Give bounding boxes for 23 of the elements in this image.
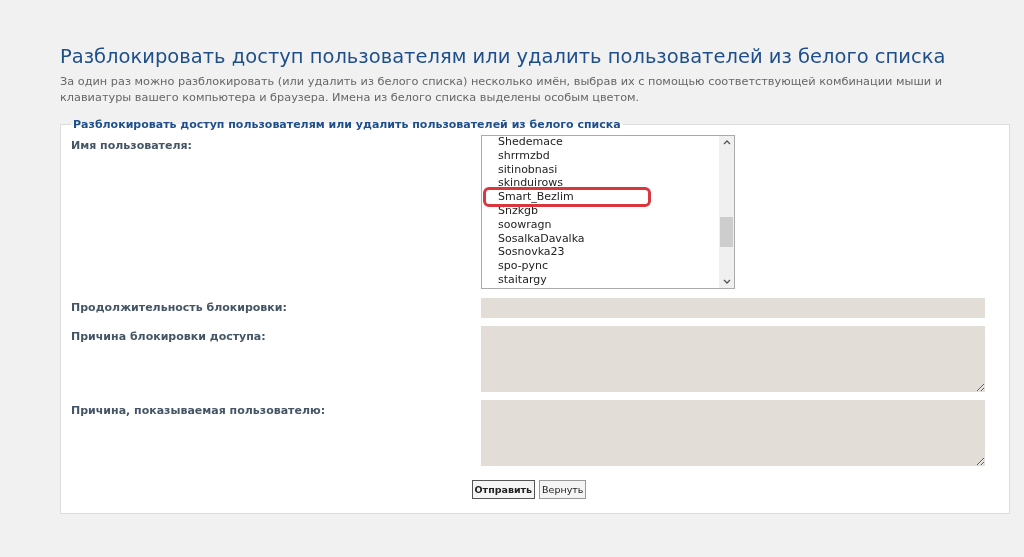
submit-button[interactable]: Отправить [471, 479, 536, 499]
username-option[interactable]: sitinobnasi [486, 162, 648, 177]
username-option[interactable]: Shedemace [486, 136, 648, 149]
field-label: Причина блокировки доступа: [71, 328, 267, 345]
scroll-thumb[interactable] [720, 217, 733, 247]
username-option[interactable]: staitargy [486, 272, 648, 287]
username-option[interactable]: soowragn [486, 217, 648, 232]
description-text: За один раз можно разблокировать (или удалить из белого списка) несколько имён, выбрав их с помощью соответствующей комбинации мыши и клавиатуры вашего компьютера и браузера. Имена из белого списка выделены особым цветом. [60, 74, 944, 106]
field-label: Продолжительность блокировки: [71, 300, 288, 316]
field-label: Причина, показываемая пользователю: [71, 402, 327, 419]
form-legend: Разблокировать доступ пользователям или удалить пользователей из белого списка [71, 118, 623, 131]
username-option[interactable]: Smart_Bezlim [486, 190, 648, 204]
field-label: Имя пользователя: [71, 138, 193, 154]
scrollbar[interactable] [719, 136, 734, 288]
page-title: Разблокировать доступ пользователям или удалить пользователей из белого списка [60, 44, 947, 70]
username-option[interactable]: spo-pync [486, 259, 648, 273]
username-option[interactable]: shrrmzbd [486, 148, 648, 163]
username-option[interactable]: skinduirows [486, 176, 648, 191]
username-option[interactable]: Sosnovka23 [486, 245, 648, 260]
scroll-up-icon[interactable] [722, 140, 731, 145]
scroll-down-icon[interactable] [722, 279, 731, 284]
username-option[interactable]: SosalkaDavalka [486, 231, 648, 246]
reset-button[interactable]: Вернуть [539, 479, 587, 499]
